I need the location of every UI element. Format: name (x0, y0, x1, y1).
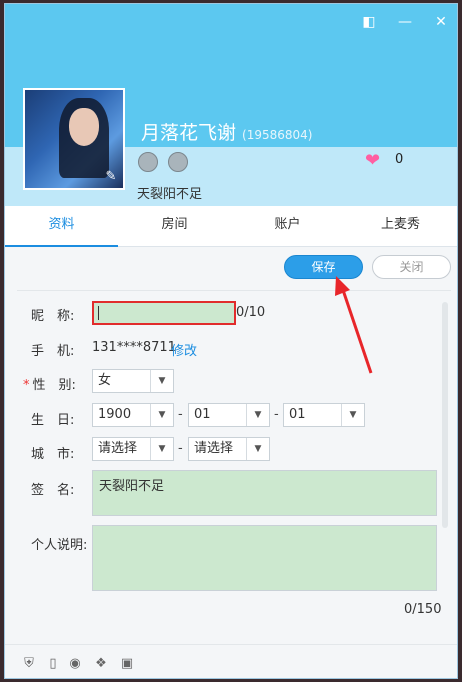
signature-preview: 天裂阳不足 (137, 187, 203, 202)
shirt-icon[interactable]: ◧ (361, 14, 377, 30)
date-separator: - (178, 407, 183, 422)
minimize-icon[interactable]: — (397, 14, 413, 30)
city-value: 请选择 (194, 441, 234, 456)
user-id: (19586804) (242, 128, 313, 142)
birth-day-value: 01 (289, 407, 306, 422)
arrow-shaft (340, 286, 373, 374)
nickname-field[interactable] (92, 301, 236, 325)
arrow-head (335, 276, 350, 296)
bottom-toolbar: ⛨ ▯ ◉ ❖ ▣ (5, 644, 457, 678)
save-button[interactable]: 保存 (284, 255, 363, 279)
window-controls: ◧ — ✕ (361, 14, 449, 30)
bio-textarea[interactable] (92, 525, 437, 591)
city-separator: - (178, 441, 183, 456)
tab-room[interactable]: 房间 (118, 206, 231, 246)
heart-count: 0 (395, 152, 404, 167)
tab-mic-show[interactable]: 上麦秀 (344, 206, 457, 246)
phone-value: 131****8711 (92, 340, 176, 355)
phone-label: 手 机: (31, 344, 75, 359)
coins-icon[interactable]: ◉ (67, 656, 83, 672)
profile-header: ◧ — ✕ ✎ 月落花飞谢 (19586804) ❤ 0 天裂阳不足 (5, 4, 457, 206)
scrollbar[interactable] (442, 302, 448, 528)
chevron-down-icon: ▼ (341, 404, 364, 426)
chevron-down-icon: ▼ (150, 404, 173, 426)
nickname-display: 月落花飞谢 (19586804) (141, 118, 312, 145)
shield-icon[interactable]: ⛨ (21, 656, 37, 672)
tab-account[interactable]: 账户 (231, 206, 344, 246)
gender-select[interactable]: 女 ▼ (92, 369, 174, 393)
bio-label: 个人说明: (31, 538, 88, 553)
chevron-down-icon: ▼ (150, 370, 173, 392)
province-select[interactable]: 请选择 ▼ (92, 437, 174, 461)
province-value: 请选择 (98, 441, 138, 456)
vip-badge-icon[interactable] (168, 152, 188, 172)
tab-info[interactable]: 资料 (5, 206, 118, 247)
birth-year-select[interactable]: 1900 ▼ (92, 403, 174, 427)
gift-icon[interactable]: ❖ (93, 656, 109, 672)
phone-edit-link[interactable]: 修改 (171, 340, 197, 359)
edit-pencil-icon[interactable]: ✎ (103, 169, 119, 185)
birth-month-select[interactable]: 01 ▼ (188, 403, 270, 427)
chevron-down-icon: ▼ (246, 438, 269, 460)
birthday-label: 生 日: (31, 413, 75, 428)
phone-icon[interactable]: ▯ (45, 656, 61, 672)
chevron-down-icon: ▼ (150, 438, 173, 460)
chevron-down-icon: ▼ (246, 404, 269, 426)
level-badges (138, 152, 188, 172)
level-badge-icon[interactable] (138, 152, 158, 172)
profile-window: ◧ — ✕ ✎ 月落花飞谢 (19586804) ❤ 0 天裂阳不足 资料 房间 … (4, 3, 458, 679)
required-mark: * (23, 378, 30, 393)
city-label: 城 市: (31, 447, 75, 462)
nickname-count: 0/10 (236, 305, 266, 320)
heart-icon: ❤ (365, 150, 381, 171)
nickname-label: 昵 称: (31, 309, 75, 324)
birth-year-value: 1900 (98, 407, 132, 422)
close-icon[interactable]: ✕ (433, 14, 449, 30)
date-separator: - (274, 407, 279, 422)
camera-icon[interactable]: ▣ (119, 656, 135, 672)
gender-label: 性 别: (32, 378, 76, 393)
bio-count: 0/150 (404, 602, 442, 617)
text-caret (98, 306, 99, 320)
signature-textarea[interactable]: 天裂阳不足 (92, 470, 437, 516)
avatar-face (69, 108, 99, 146)
birth-month-value: 01 (194, 407, 211, 422)
close-button[interactable]: 关闭 (372, 255, 451, 279)
avatar[interactable]: ✎ (23, 88, 125, 190)
city-select[interactable]: 请选择 ▼ (188, 437, 270, 461)
gender-label-row: * 性 别: (23, 374, 76, 393)
divider (17, 290, 451, 291)
profile-tabs: 资料 房间 账户 上麦秀 (5, 206, 457, 247)
nickname-text: 月落花飞谢 (141, 122, 237, 144)
signature-label: 签 名: (31, 483, 75, 498)
birth-day-select[interactable]: 01 ▼ (283, 403, 365, 427)
gender-value: 女 (98, 373, 112, 388)
